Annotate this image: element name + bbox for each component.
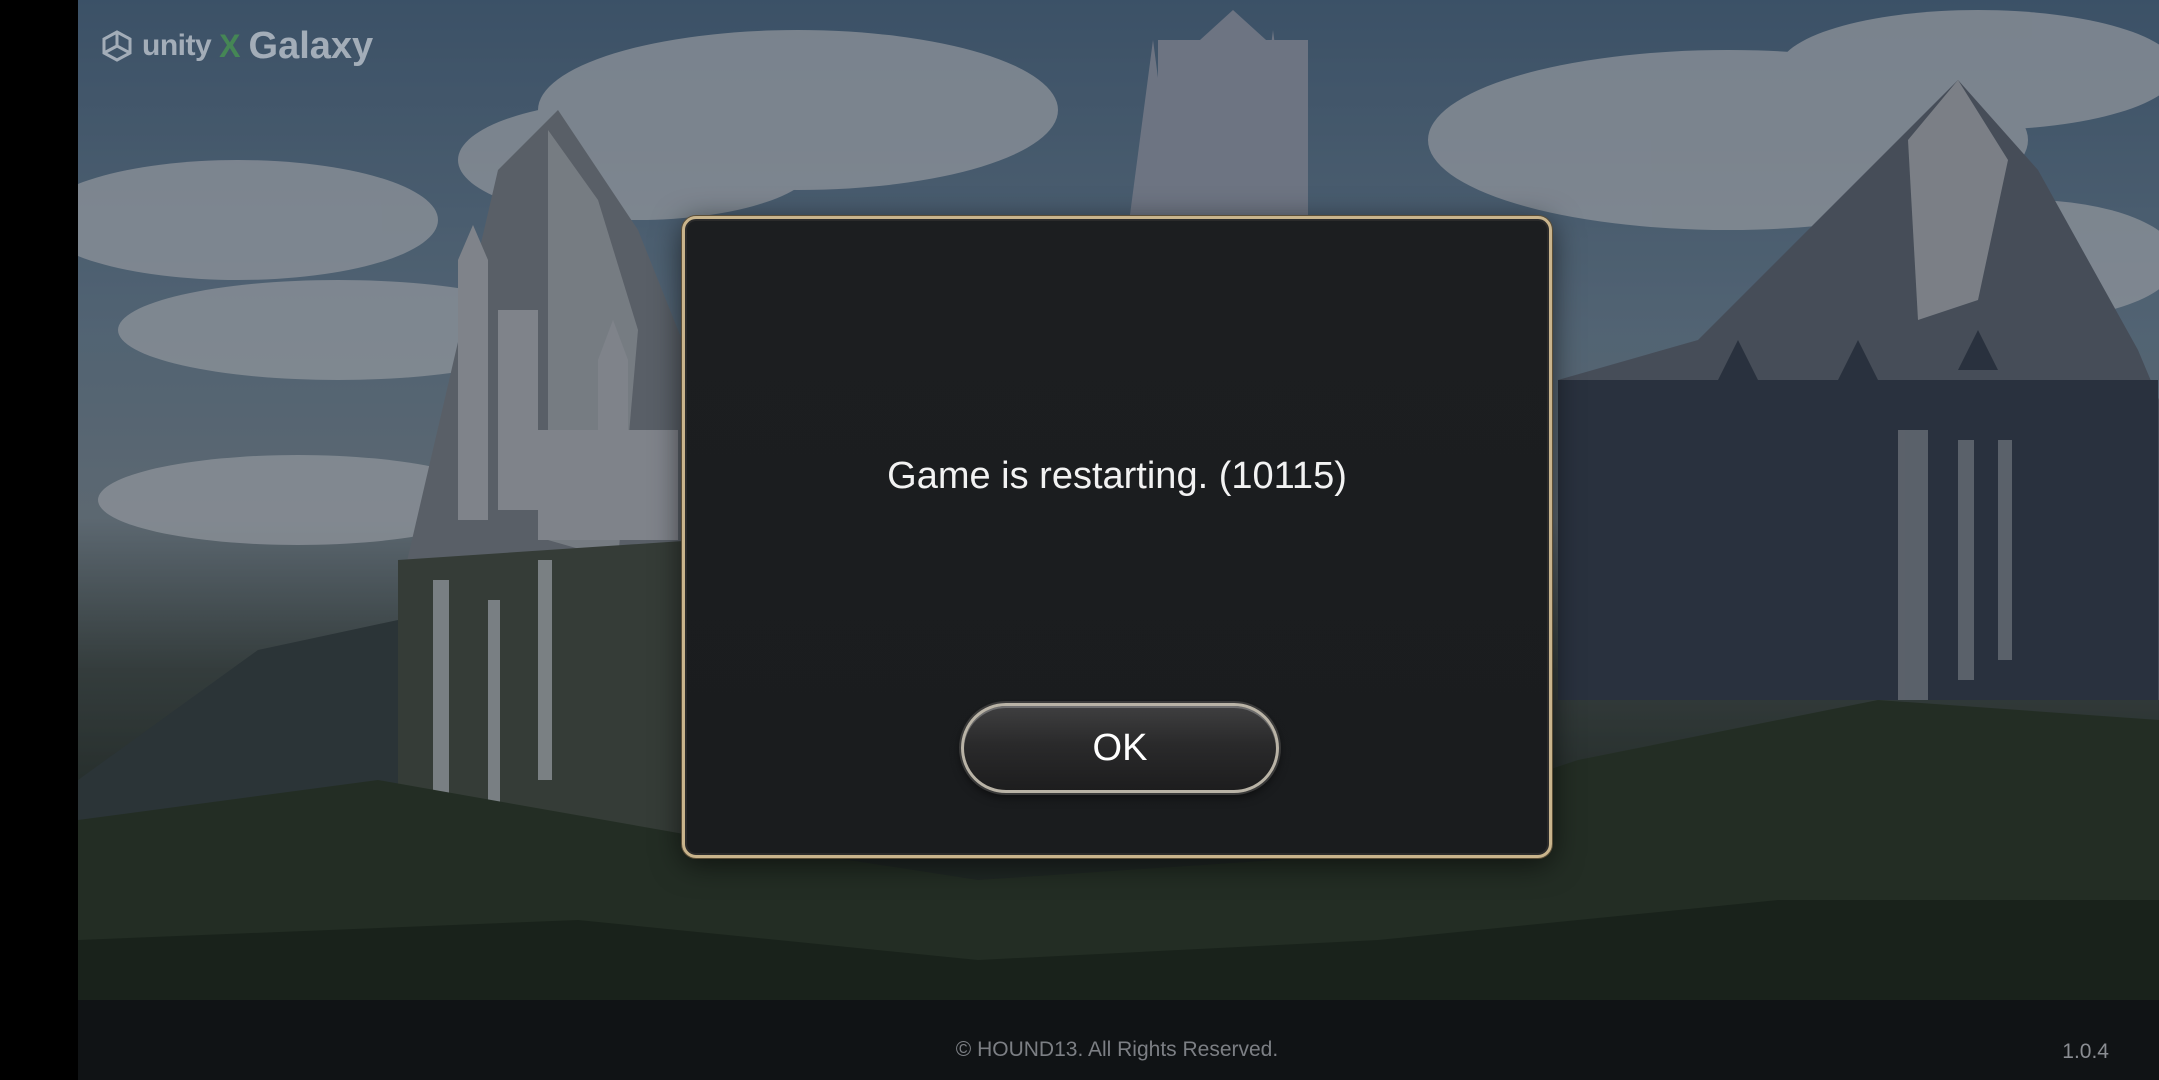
version-label: 1.0.4 <box>2062 1040 2109 1063</box>
galaxy-logo-text: Galaxy <box>248 24 374 67</box>
ok-button[interactable]: OK <box>961 703 1279 793</box>
unity-galaxy-logo: unity X Galaxy <box>100 22 373 70</box>
logo-x-mark: X <box>219 27 241 64</box>
restart-dialog: Game is restarting. (10115) OK <box>682 216 1552 858</box>
ok-button-label: OK <box>1092 726 1148 769</box>
dialog-message: Game is restarting. (10115) <box>887 455 1347 497</box>
unity-icon <box>102 30 132 62</box>
copyright-text: © HOUND13. All Rights Reserved. <box>955 1038 1279 1061</box>
left-black-bar <box>0 0 78 1080</box>
unity-logo-text: unity <box>142 29 212 62</box>
